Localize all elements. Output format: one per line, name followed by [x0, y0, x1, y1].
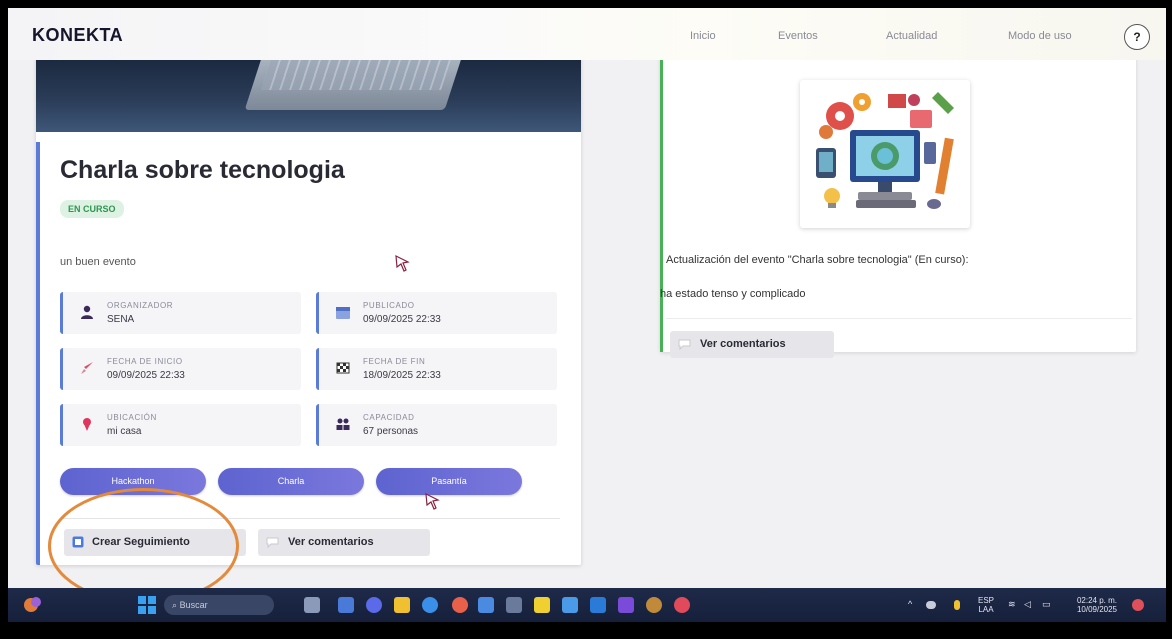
wifi-icon[interactable]: ≋: [1008, 600, 1016, 609]
mail-icon[interactable]: [562, 597, 578, 613]
top-navbar: KONEKTA Inicio Eventos Actualidad Modo d…: [8, 8, 1166, 60]
view-comments-label: Ver comentarios: [288, 536, 374, 548]
info-label: FECHA DE INICIO: [107, 357, 183, 366]
tray-chevron-up-icon[interactable]: ^: [908, 600, 912, 609]
rocket-icon: [81, 362, 93, 374]
info-label: PUBLICADO: [363, 301, 415, 310]
cursor-icon: [425, 492, 440, 510]
sticky-notes-icon[interactable]: [534, 597, 550, 613]
info-label: CAPACIDAD: [363, 413, 415, 422]
brand-logo[interactable]: KONEKTA: [32, 25, 123, 46]
info-value: SENA: [107, 314, 135, 325]
chat-icon[interactable]: [366, 597, 382, 613]
event-description: un buen evento: [60, 256, 136, 268]
windows-taskbar: ⌕ Buscar ^ ESP LAA ≋ ◁ ▭ 02:24 p. m. 10/…: [8, 588, 1166, 622]
volume-icon[interactable]: ◁: [1024, 600, 1031, 609]
flag-icon: [336, 362, 350, 374]
cloud-icon[interactable]: [926, 601, 936, 609]
comment-icon: [266, 537, 279, 549]
nav-actualidad[interactable]: Actualidad: [886, 30, 937, 42]
highlight-annotation: [48, 488, 239, 604]
tag-charla[interactable]: Charla: [218, 468, 364, 495]
weather-widget-icon[interactable]: [22, 594, 44, 616]
info-capacity: CAPACIDAD 67 personas: [316, 404, 557, 446]
info-value: 18/09/2025 22:33: [363, 370, 441, 381]
info-value: 09/09/2025 22:33: [107, 370, 185, 381]
location-pin-icon: [83, 418, 91, 431]
battery-icon[interactable]: ▭: [1042, 600, 1051, 609]
nav-inicio[interactable]: Inicio: [690, 30, 716, 42]
visual-studio-icon[interactable]: [618, 597, 634, 613]
windows-start-icon[interactable]: [138, 596, 156, 614]
task-view-icon[interactable]: [304, 597, 320, 613]
clock-date: 10/09/2025: [1076, 605, 1118, 614]
language-code: ESP: [977, 596, 994, 605]
calendar-icon: [336, 307, 350, 319]
info-start-date: FECHA DE INICIO 09/09/2025 22:33: [60, 348, 301, 390]
event-hero-image: [36, 50, 581, 132]
update-text: ha estado tenso y complicado: [660, 288, 806, 300]
info-value: 09/09/2025 22:33: [363, 314, 441, 325]
clock-time: 02:24 p. m.: [1076, 596, 1118, 605]
vscode-icon[interactable]: [590, 597, 606, 613]
info-organizer: ORGANIZADOR SENA: [60, 292, 301, 334]
tech-illustration-image: [800, 80, 970, 228]
taskbar-search-input[interactable]: ⌕ Buscar: [164, 595, 274, 615]
widgets-icon[interactable]: [338, 597, 354, 613]
event-title: Charla sobre tecnologia: [60, 156, 345, 184]
info-label: ORGANIZADOR: [107, 301, 174, 310]
people-icon: [336, 418, 350, 430]
todo-icon[interactable]: [478, 597, 494, 613]
file-explorer-icon[interactable]: [394, 597, 410, 613]
clock[interactable]: 02:24 p. m. 10/09/2025: [1070, 596, 1124, 614]
keyboard-layout: LAA: [978, 605, 994, 614]
info-value: mi casa: [107, 426, 142, 437]
calculator-icon[interactable]: [506, 597, 522, 613]
language-indicator[interactable]: ESP LAA: [974, 596, 998, 614]
comment-icon: [678, 339, 691, 351]
info-end-date: FECHA DE FIN 18/09/2025 22:33: [316, 348, 557, 390]
info-location: UBICACIÓN mi casa: [60, 404, 301, 446]
cursor-icon: [395, 254, 410, 272]
event-update-card: Actualización del evento "Charla sobre t…: [660, 50, 1136, 358]
view-comments-button[interactable]: Ver comentarios: [258, 529, 430, 556]
nav-modo-de-uso[interactable]: Modo de uso: [1008, 30, 1072, 42]
update-view-comments-button[interactable]: Ver comentarios: [670, 331, 834, 358]
computer-illustration: [816, 92, 954, 209]
info-published: PUBLICADO 09/09/2025 22:33: [316, 292, 557, 334]
info-value: 67 personas: [363, 426, 419, 437]
nav-eventos[interactable]: Eventos: [778, 30, 818, 42]
info-label: UBICACIÓN: [107, 413, 157, 422]
notification-icon[interactable]: [1132, 599, 1144, 611]
divider: [666, 318, 1132, 319]
status-badge: EN CURSO: [60, 200, 124, 218]
person-icon: [81, 305, 93, 319]
search-icon: ⌕: [172, 600, 178, 610]
search-placeholder: Buscar: [179, 600, 208, 610]
info-label: FECHA DE FIN: [363, 357, 426, 366]
brave-browser-icon[interactable]: [452, 597, 468, 613]
update-title: Actualización del evento "Charla sobre t…: [666, 254, 969, 266]
app-icon[interactable]: [646, 597, 662, 613]
chrome-icon[interactable]: [674, 597, 690, 613]
event-detail-card: Charla sobre tecnologia EN CURSO un buen…: [36, 50, 581, 565]
usb-icon[interactable]: [954, 600, 960, 610]
edge-browser-icon[interactable]: [422, 597, 438, 613]
tag-pasantia[interactable]: Pasantía: [376, 468, 522, 495]
help-button[interactable]: ?: [1124, 24, 1150, 50]
update-view-comments-label: Ver comentarios: [700, 338, 786, 350]
